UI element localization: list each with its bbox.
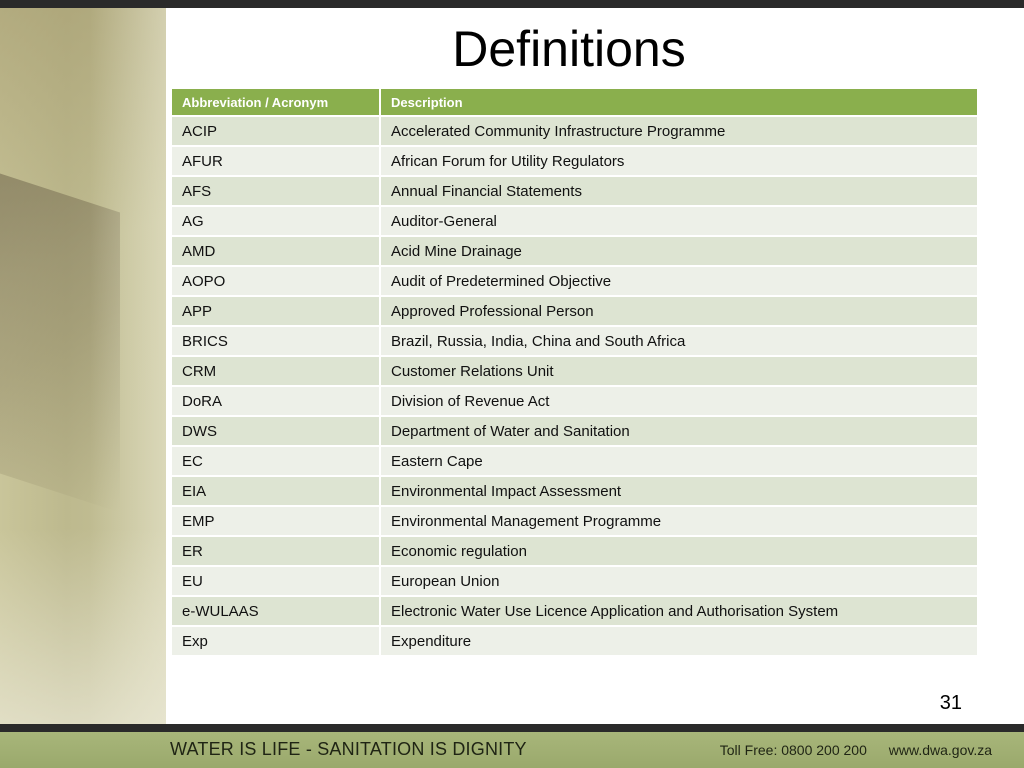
photo-shade-bottom	[0, 528, 166, 724]
table-row: DWS Department of Water and Sanitation	[172, 417, 979, 447]
description-cell: Customer Relations Unit	[381, 357, 979, 387]
abbreviation-cell: BRICS	[172, 327, 381, 357]
description-cell: Auditor-General	[381, 207, 979, 237]
abbreviation-cell: EMP	[172, 507, 381, 537]
header-abbreviation: Abbreviation / Acronym	[172, 89, 381, 117]
slide-title: Definitions	[452, 21, 686, 77]
description-cell: Economic regulation	[381, 537, 979, 567]
abbreviation-cell: AFS	[172, 177, 381, 207]
footer-bar: WATER IS LIFE - SANITATION IS DIGNITY To…	[0, 732, 1024, 768]
page-number: 31	[939, 692, 962, 714]
table-row: EU European Union	[172, 567, 979, 597]
abbreviation-cell: ER	[172, 537, 381, 567]
top-dark-bar	[0, 0, 1024, 8]
table-row: AFUR African Forum for Utility Regulator…	[172, 147, 979, 177]
description-cell: Division of Revenue Act	[381, 387, 979, 417]
table-row: EC Eastern Cape	[172, 447, 979, 477]
abbreviation-cell: AG	[172, 207, 381, 237]
table-row: AFS Annual Financial Statements	[172, 177, 979, 207]
description-cell: Department of Water and Sanitation	[381, 417, 979, 447]
table-row: DoRA Division of Revenue Act	[172, 387, 979, 417]
abbreviation-cell: DWS	[172, 417, 381, 447]
abbreviation-cell: AFUR	[172, 147, 381, 177]
table-row: CRM Customer Relations Unit	[172, 357, 979, 387]
abbreviation-cell: AMD	[172, 237, 381, 267]
table-row: EIA Environmental Impact Assessment	[172, 477, 979, 507]
abbreviation-cell: EC	[172, 447, 381, 477]
side-building-photo	[0, 8, 166, 724]
description-cell: Approved Professional Person	[381, 297, 979, 327]
description-cell: Brazil, Russia, India, China and South A…	[381, 327, 979, 357]
header-description: Description	[381, 89, 979, 117]
abbreviation-cell: AOPO	[172, 267, 381, 297]
description-cell: Acid Mine Drainage	[381, 237, 979, 267]
description-cell: Environmental Management Programme	[381, 507, 979, 537]
table-row: e-WULAAS Electronic Water Use Licence Ap…	[172, 597, 979, 627]
abbreviation-cell: e-WULAAS	[172, 597, 381, 627]
abbreviation-cell: CRM	[172, 357, 381, 387]
table-row: Exp Expenditure	[172, 627, 979, 657]
table-row: AMD Acid Mine Drainage	[172, 237, 979, 267]
abbreviation-cell: Exp	[172, 627, 381, 657]
abbreviation-cell: EU	[172, 567, 381, 597]
description-cell: Audit of Predetermined Objective	[381, 267, 979, 297]
table-row: EMP Environmental Management Programme	[172, 507, 979, 537]
abbreviation-cell: APP	[172, 297, 381, 327]
footer-contact: Toll Free: 0800 200 200 www.dwa.gov.za	[702, 742, 992, 758]
table-row: BRICS Brazil, Russia, India, China and S…	[172, 327, 979, 357]
table-header-row: Abbreviation / Acronym Description	[172, 89, 979, 117]
description-cell: European Union	[381, 567, 979, 597]
abbreviation-cell: EIA	[172, 477, 381, 507]
abbreviation-cell: ACIP	[172, 117, 381, 147]
bottom-dark-bar	[0, 724, 1024, 732]
description-cell: Annual Financial Statements	[381, 177, 979, 207]
definitions-table: Abbreviation / Acronym Description ACIP …	[172, 89, 979, 657]
table-row: ER Economic regulation	[172, 537, 979, 567]
description-cell: African Forum for Utility Regulators	[381, 147, 979, 177]
toll-free-number: Toll Free: 0800 200 200	[719, 742, 867, 758]
description-cell: Accelerated Community Infrastructure Pro…	[381, 117, 979, 147]
footer-slogan: WATER IS LIFE - SANITATION IS DIGNITY	[170, 739, 527, 759]
description-cell: Eastern Cape	[381, 447, 979, 477]
description-cell: Environmental Impact Assessment	[381, 477, 979, 507]
table-row: AOPO Audit of Predetermined Objective	[172, 267, 979, 297]
table-row: APP Approved Professional Person	[172, 297, 979, 327]
table-row: AG Auditor-General	[172, 207, 979, 237]
description-cell: Expenditure	[381, 627, 979, 657]
description-cell: Electronic Water Use Licence Application…	[381, 597, 979, 627]
table-row: ACIP Accelerated Community Infrastructur…	[172, 117, 979, 147]
abbreviation-cell: DoRA	[172, 387, 381, 417]
website-link: www.dwa.gov.za	[888, 742, 992, 758]
